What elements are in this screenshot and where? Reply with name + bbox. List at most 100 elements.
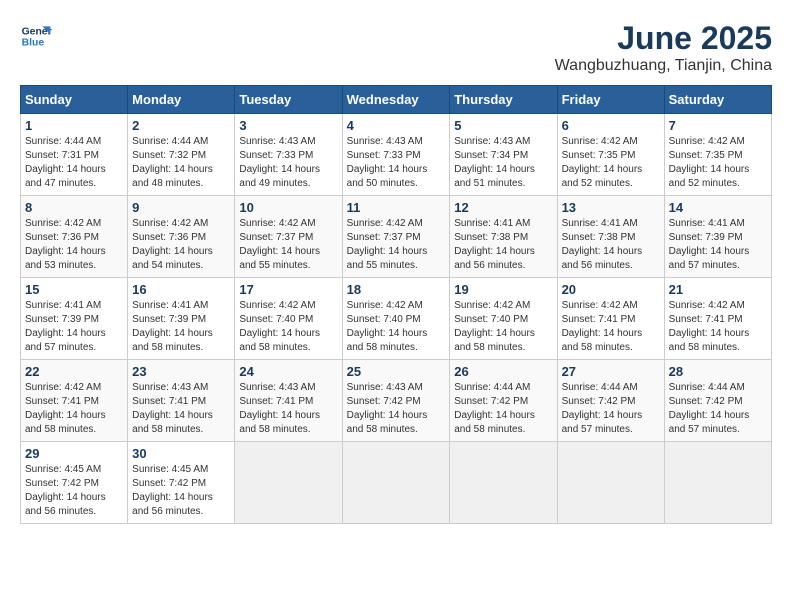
calendar-cell: 15 Sunrise: 4:41 AM Sunset: 7:39 PM Dayli…: [21, 278, 128, 360]
header-row: Sunday Monday Tuesday Wednesday Thursday…: [21, 86, 772, 114]
day-number: 21: [669, 282, 767, 297]
day-info: Sunrise: 4:41 AM Sunset: 7:39 PM Dayligh…: [669, 217, 767, 273]
day-info: Sunrise: 4:42 AM Sunset: 7:35 PM Dayligh…: [669, 135, 767, 191]
day-info: Sunrise: 4:42 AM Sunset: 7:35 PM Dayligh…: [562, 135, 660, 191]
day-info: Sunrise: 4:42 AM Sunset: 7:40 PM Dayligh…: [454, 299, 552, 355]
calendar-cell: 3 Sunrise: 4:43 AM Sunset: 7:33 PM Daylig…: [235, 114, 342, 196]
day-info: Sunrise: 4:43 AM Sunset: 7:33 PM Dayligh…: [347, 135, 446, 191]
location: Wangbuzhuang, Tianjin, China: [555, 57, 772, 75]
calendar-cell: 20 Sunrise: 4:42 AM Sunset: 7:41 PM Dayli…: [557, 278, 664, 360]
calendar-cell: 6 Sunrise: 4:42 AM Sunset: 7:35 PM Daylig…: [557, 114, 664, 196]
calendar-cell: 19 Sunrise: 4:42 AM Sunset: 7:40 PM Dayli…: [450, 278, 557, 360]
day-info: Sunrise: 4:44 AM Sunset: 7:42 PM Dayligh…: [669, 381, 767, 437]
calendar-cell: 17 Sunrise: 4:42 AM Sunset: 7:40 PM Dayli…: [235, 278, 342, 360]
day-info: Sunrise: 4:44 AM Sunset: 7:31 PM Dayligh…: [25, 135, 123, 191]
col-wednesday: Wednesday: [342, 86, 450, 114]
day-info: Sunrise: 4:42 AM Sunset: 7:36 PM Dayligh…: [132, 217, 230, 273]
day-number: 6: [562, 118, 660, 133]
calendar-cell: 23 Sunrise: 4:43 AM Sunset: 7:41 PM Dayli…: [128, 360, 235, 442]
calendar-cell: [557, 442, 664, 524]
calendar-cell: 28 Sunrise: 4:44 AM Sunset: 7:42 PM Dayli…: [664, 360, 771, 442]
day-info: Sunrise: 4:43 AM Sunset: 7:34 PM Dayligh…: [454, 135, 552, 191]
calendar-cell: [664, 442, 771, 524]
calendar-cell: 8Sunrise: 4:42 AM Sunset: 7:36 PM Daylig…: [21, 196, 128, 278]
col-monday: Monday: [128, 86, 235, 114]
day-info: Sunrise: 4:42 AM Sunset: 7:41 PM Dayligh…: [562, 299, 660, 355]
col-friday: Friday: [557, 86, 664, 114]
day-number: 20: [562, 282, 660, 297]
day-number: 30: [132, 446, 230, 461]
calendar-cell: 13 Sunrise: 4:41 AM Sunset: 7:38 PM Dayli…: [557, 196, 664, 278]
day-info: Sunrise: 4:42 AM Sunset: 7:41 PM Dayligh…: [25, 381, 123, 437]
calendar-cell: [342, 442, 450, 524]
calendar-cell: 26Sunrise: 4:44 AM Sunset: 7:42 PM Dayli…: [450, 360, 557, 442]
day-info: Sunrise: 4:45 AM Sunset: 7:42 PM Dayligh…: [25, 463, 123, 519]
day-info: Sunrise: 4:42 AM Sunset: 7:41 PM Dayligh…: [669, 299, 767, 355]
col-thursday: Thursday: [450, 86, 557, 114]
day-info: Sunrise: 4:45 AM Sunset: 7:42 PM Dayligh…: [132, 463, 230, 519]
calendar-cell: 4Sunrise: 4:43 AM Sunset: 7:33 PM Daylig…: [342, 114, 450, 196]
calendar-cell: 5 Sunrise: 4:43 AM Sunset: 7:34 PM Daylig…: [450, 114, 557, 196]
col-sunday: Sunday: [21, 86, 128, 114]
day-number: 16: [132, 282, 230, 297]
calendar-cell: 9 Sunrise: 4:42 AM Sunset: 7:36 PM Daylig…: [128, 196, 235, 278]
col-saturday: Saturday: [664, 86, 771, 114]
day-number: 12: [454, 200, 552, 215]
calendar-table: Sunday Monday Tuesday Wednesday Thursday…: [20, 85, 772, 524]
day-info: Sunrise: 4:41 AM Sunset: 7:38 PM Dayligh…: [454, 217, 552, 273]
day-info: Sunrise: 4:43 AM Sunset: 7:33 PM Dayligh…: [239, 135, 337, 191]
day-info: Sunrise: 4:41 AM Sunset: 7:39 PM Dayligh…: [132, 299, 230, 355]
day-info: Sunrise: 4:43 AM Sunset: 7:41 PM Dayligh…: [132, 381, 230, 437]
day-number: 13: [562, 200, 660, 215]
day-info: Sunrise: 4:44 AM Sunset: 7:42 PM Dayligh…: [562, 381, 660, 437]
day-info: Sunrise: 4:44 AM Sunset: 7:42 PM Dayligh…: [454, 381, 552, 437]
week-row-5: 29Sunrise: 4:45 AM Sunset: 7:42 PM Dayli…: [21, 442, 772, 524]
day-number: 28: [669, 364, 767, 379]
day-info: Sunrise: 4:42 AM Sunset: 7:40 PM Dayligh…: [239, 299, 337, 355]
calendar-cell: 29Sunrise: 4:45 AM Sunset: 7:42 PM Dayli…: [21, 442, 128, 524]
day-info: Sunrise: 4:41 AM Sunset: 7:39 PM Dayligh…: [25, 299, 123, 355]
calendar-cell: 7 Sunrise: 4:42 AM Sunset: 7:35 PM Daylig…: [664, 114, 771, 196]
day-number: 11: [347, 200, 446, 215]
calendar-cell: 30 Sunrise: 4:45 AM Sunset: 7:42 PM Dayli…: [128, 442, 235, 524]
calendar-cell: 11Sunrise: 4:42 AM Sunset: 7:37 PM Dayli…: [342, 196, 450, 278]
day-number: 19: [454, 282, 552, 297]
day-number: 3: [239, 118, 337, 133]
calendar-cell: 21 Sunrise: 4:42 AM Sunset: 7:41 PM Dayli…: [664, 278, 771, 360]
day-number: 25: [347, 364, 446, 379]
svg-text:Blue: Blue: [22, 38, 45, 49]
calendar-cell: 1 Sunrise: 4:44 AM Sunset: 7:31 PM Daylig…: [21, 114, 128, 196]
day-number: 8: [25, 200, 123, 215]
calendar-cell: 12 Sunrise: 4:41 AM Sunset: 7:38 PM Dayli…: [450, 196, 557, 278]
week-row-4: 22Sunrise: 4:42 AM Sunset: 7:41 PM Dayli…: [21, 360, 772, 442]
day-number: 24: [239, 364, 337, 379]
day-number: 5: [454, 118, 552, 133]
day-number: 17: [239, 282, 337, 297]
day-info: Sunrise: 4:43 AM Sunset: 7:41 PM Dayligh…: [239, 381, 337, 437]
day-info: Sunrise: 4:41 AM Sunset: 7:38 PM Dayligh…: [562, 217, 660, 273]
calendar-cell: 22Sunrise: 4:42 AM Sunset: 7:41 PM Dayli…: [21, 360, 128, 442]
day-number: 23: [132, 364, 230, 379]
day-number: 15: [25, 282, 123, 297]
day-number: 27: [562, 364, 660, 379]
day-number: 10: [239, 200, 337, 215]
day-number: 7: [669, 118, 767, 133]
calendar-cell: 10 Sunrise: 4:42 AM Sunset: 7:37 PM Dayli…: [235, 196, 342, 278]
calendar-cell: [235, 442, 342, 524]
month-title: June 2025: [555, 20, 772, 57]
day-number: 9: [132, 200, 230, 215]
col-tuesday: Tuesday: [235, 86, 342, 114]
week-row-1: 1 Sunrise: 4:44 AM Sunset: 7:31 PM Daylig…: [21, 114, 772, 196]
calendar-cell: 25 Sunrise: 4:43 AM Sunset: 7:42 PM Dayli…: [342, 360, 450, 442]
day-info: Sunrise: 4:44 AM Sunset: 7:32 PM Dayligh…: [132, 135, 230, 191]
title-block: June 2025 Wangbuzhuang, Tianjin, China: [555, 20, 772, 75]
page-header: General Blue June 2025 Wangbuzhuang, Tia…: [20, 20, 772, 75]
day-info: Sunrise: 4:43 AM Sunset: 7:42 PM Dayligh…: [347, 381, 446, 437]
calendar-cell: 2Sunrise: 4:44 AM Sunset: 7:32 PM Daylig…: [128, 114, 235, 196]
calendar-cell: 24 Sunrise: 4:43 AM Sunset: 7:41 PM Dayli…: [235, 360, 342, 442]
day-number: 1: [25, 118, 123, 133]
calendar-cell: [450, 442, 557, 524]
day-info: Sunrise: 4:42 AM Sunset: 7:37 PM Dayligh…: [239, 217, 337, 273]
calendar-cell: 14Sunrise: 4:41 AM Sunset: 7:39 PM Dayli…: [664, 196, 771, 278]
logo-icon: General Blue: [20, 20, 52, 52]
